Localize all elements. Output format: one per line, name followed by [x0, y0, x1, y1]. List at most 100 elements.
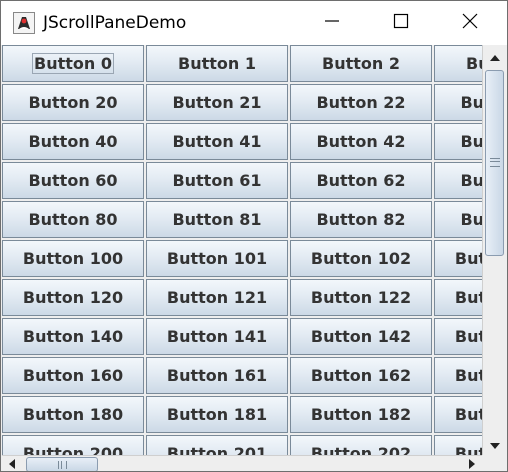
window-title: JScrollPaneDemo	[43, 13, 187, 33]
grid-button-label: Button 162	[310, 366, 412, 385]
grid-button-label: Button 180	[22, 405, 124, 424]
horizontal-scroll-thumb[interactable]	[26, 457, 98, 471]
grid-button-label: Button 3	[466, 54, 482, 73]
grid-button[interactable]: Button 83	[434, 201, 482, 238]
close-button[interactable]	[447, 1, 493, 45]
grid-button[interactable]: Button 202	[290, 435, 432, 455]
arrow-up-icon	[489, 47, 501, 66]
grid-button[interactable]: Button 123	[434, 279, 482, 316]
grid-button-label: Button 63	[460, 171, 482, 190]
vertical-scrollbar[interactable]	[482, 45, 507, 455]
arrow-right-icon	[468, 455, 476, 471]
grid-button[interactable]: Button 161	[146, 357, 288, 394]
grid-button[interactable]: Button 60	[2, 162, 144, 199]
grid-button[interactable]: Button 160	[2, 357, 144, 394]
grip-icon	[490, 158, 500, 167]
grid-button-label: Button 140	[22, 327, 124, 346]
grid-button[interactable]: Button 141	[146, 318, 288, 355]
grid-button-label: Button 202	[310, 444, 412, 455]
grid-button[interactable]: Button 43	[434, 123, 482, 160]
grid-button[interactable]: Button 142	[290, 318, 432, 355]
grid-button[interactable]: Button 41	[146, 123, 288, 160]
grid-button-label: Button 40	[28, 132, 118, 151]
grid-button-label: Button 183	[454, 405, 482, 424]
grid-button-label: Button 182	[310, 405, 412, 424]
grid-button-label: Button 62	[316, 171, 406, 190]
app-window: JScrollPaneDemo Button 0 Button 1 Button 2…	[0, 0, 508, 472]
grid-button-label: Button 20	[28, 93, 118, 112]
grid-button[interactable]: Button 120	[2, 279, 144, 316]
grid-button[interactable]: Button 181	[146, 396, 288, 433]
grid-button[interactable]: Button 121	[146, 279, 288, 316]
grid-button[interactable]: Button 182	[290, 396, 432, 433]
grid-button-label: Button 122	[310, 288, 412, 307]
scroll-viewport: Button 0 Button 1 Button 2 Button 3 Button 2…	[2, 45, 482, 455]
grid-button[interactable]: Button 122	[290, 279, 432, 316]
grid-button-label: Button 143	[454, 327, 482, 346]
grid-button-label: Button 23	[460, 93, 482, 112]
grid-button-label: Button 2	[322, 54, 400, 73]
grid-button[interactable]: Button 82	[290, 201, 432, 238]
grid-button[interactable]: Button 203	[434, 435, 482, 455]
grid-button[interactable]: Button 140	[2, 318, 144, 355]
grid-button[interactable]: Button 183	[434, 396, 482, 433]
grid-button-label: Button 203	[454, 444, 482, 455]
grid-button[interactable]: Button 63	[434, 162, 482, 199]
grid-button-label: Button 81	[172, 210, 262, 229]
grid-button[interactable]: Button 3	[434, 45, 482, 82]
grid-button-label: Button 121	[166, 288, 268, 307]
grid-button[interactable]: Button 101	[146, 240, 288, 277]
vertical-scroll-thumb[interactable]	[485, 70, 504, 256]
grid-button[interactable]: Button 42	[290, 123, 432, 160]
grid-button[interactable]: Button 103	[434, 240, 482, 277]
grid-button[interactable]: Button 81	[146, 201, 288, 238]
grid-button-label: Button 181	[166, 405, 268, 424]
grid-button-label: Button 161	[166, 366, 268, 385]
grid-button-label: Button 61	[172, 171, 262, 190]
grid-button[interactable]: Button 1	[146, 45, 288, 82]
grid-button[interactable]: Button 0	[2, 45, 144, 82]
grid-button-label: Button 123	[454, 288, 482, 307]
grid-button-label: Button 201	[166, 444, 268, 455]
grid-button[interactable]: Button 200	[2, 435, 144, 455]
minimize-button[interactable]	[309, 1, 355, 45]
grid-button[interactable]: Button 61	[146, 162, 288, 199]
grid-button-label: Button 160	[22, 366, 124, 385]
grid-button[interactable]: Button 20	[2, 84, 144, 121]
scroll-down-button[interactable]	[483, 433, 507, 455]
grid-button[interactable]: Button 201	[146, 435, 288, 455]
maximize-icon	[393, 13, 409, 33]
grid-button-label: Button 100	[22, 249, 124, 268]
close-icon	[462, 13, 478, 33]
grid-button[interactable]: Button 143	[434, 318, 482, 355]
grid-button[interactable]: Button 23	[434, 84, 482, 121]
scroll-up-button[interactable]	[483, 45, 507, 67]
grid-button-label: Button 102	[310, 249, 412, 268]
grid-button[interactable]: Button 180	[2, 396, 144, 433]
grid-button[interactable]: Button 2	[290, 45, 432, 82]
grid-button[interactable]: Button 40	[2, 123, 144, 160]
grid-button[interactable]: Button 162	[290, 357, 432, 394]
grid-button[interactable]: Button 62	[290, 162, 432, 199]
grid-button[interactable]: Button 21	[146, 84, 288, 121]
arrow-down-icon	[489, 435, 501, 454]
grid-button[interactable]: Button 102	[290, 240, 432, 277]
scroll-right-button[interactable]	[462, 455, 482, 471]
grid-button-label: Button 103	[454, 249, 482, 268]
grid-button-label: Button 60	[28, 171, 118, 190]
maximize-button[interactable]	[378, 1, 424, 45]
grid-button-label: Button 200	[22, 444, 124, 455]
scroll-corner	[482, 455, 507, 471]
grid-button[interactable]: Button 80	[2, 201, 144, 238]
horizontal-scrollbar[interactable]	[2, 455, 482, 471]
grid-button-label: Button 120	[22, 288, 124, 307]
java-duke-icon	[13, 12, 35, 34]
grid-button[interactable]: Button 163	[434, 357, 482, 394]
grid-button[interactable]: Button 100	[2, 240, 144, 277]
grid-button-label: Button 141	[166, 327, 268, 346]
grid-button-label: Button 21	[172, 93, 262, 112]
grid-button-label: Button 142	[310, 327, 412, 346]
scroll-left-button[interactable]	[2, 456, 22, 471]
grid-button[interactable]: Button 22	[290, 84, 432, 121]
title-bar[interactable]: JScrollPaneDemo	[1, 1, 507, 45]
